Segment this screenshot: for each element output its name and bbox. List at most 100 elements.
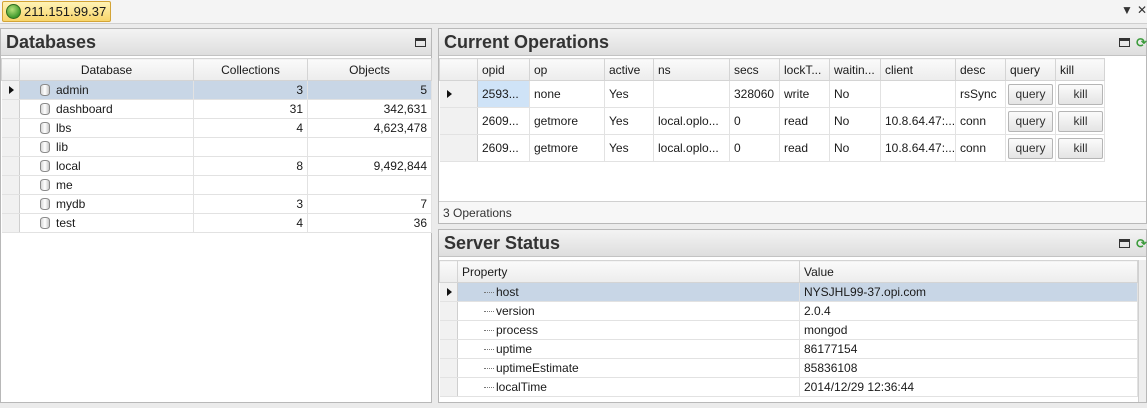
operation-client-cell[interactable]: 10.8.64.47:... (880, 107, 956, 135)
database-name-cell[interactable]: test (19, 213, 194, 233)
row-header[interactable] (439, 134, 478, 162)
operation-secs-cell[interactable]: 0 (729, 107, 780, 135)
row-header[interactable] (1, 118, 20, 138)
row-header[interactable] (1, 194, 20, 214)
property-value[interactable]: 2.0.4 (799, 301, 1138, 321)
server-status-row[interactable]: localTime 2014/12/29 12:36:44 (439, 377, 1138, 397)
operation-client-cell[interactable]: 10.8.64.47:... (880, 134, 956, 162)
column-header-opid[interactable]: opid (477, 58, 530, 81)
objects-count[interactable]: 342,631 (307, 99, 432, 119)
operation-lock-cell[interactable]: read (779, 107, 830, 135)
collections-count[interactable]: 3 (193, 194, 308, 214)
database-row[interactable]: me (1, 175, 432, 195)
server-status-row[interactable]: version 2.0.4 (439, 301, 1138, 321)
property-value[interactable]: 85836108 (799, 358, 1138, 378)
kill-button[interactable]: kill (1058, 83, 1103, 105)
operation-waiting-cell[interactable]: No (829, 80, 881, 108)
objects-count[interactable]: 5 (307, 80, 432, 100)
database-row[interactable]: lib (1, 137, 432, 157)
property-value[interactable]: NYSJHL99-37.opi.com (799, 282, 1138, 302)
server-tab[interactable]: 211.151.99.37 (2, 1, 112, 22)
column-header-query[interactable]: query (1005, 58, 1056, 81)
kill-button[interactable]: kill (1058, 110, 1103, 132)
column-header-client[interactable]: client (880, 58, 956, 81)
property-value[interactable]: mongod (799, 320, 1138, 340)
row-header[interactable] (439, 339, 458, 359)
refresh-icon[interactable]: ⟳ (1136, 35, 1147, 51)
row-header[interactable] (1, 156, 20, 176)
property-cell[interactable]: host (457, 282, 800, 302)
maximize-icon[interactable] (1119, 38, 1130, 47)
operation-desc-cell[interactable]: rsSync (955, 80, 1006, 108)
property-cell[interactable]: localTime (457, 377, 800, 397)
property-cell[interactable]: version (457, 301, 800, 321)
collections-count[interactable] (193, 175, 308, 195)
database-row[interactable]: admin 3 5 (1, 80, 432, 100)
server-status-row[interactable]: host NYSJHL99-37.opi.com (439, 282, 1138, 302)
row-header[interactable] (439, 80, 478, 108)
objects-count[interactable]: 9,492,844 (307, 156, 432, 176)
row-header[interactable] (439, 282, 458, 302)
property-value[interactable]: 86177154 (799, 339, 1138, 359)
column-header-objects[interactable]: Objects (307, 58, 432, 81)
column-header-value[interactable]: Value (799, 260, 1138, 283)
database-row[interactable]: local 8 9,492,844 (1, 156, 432, 176)
collections-count[interactable] (193, 137, 308, 157)
close-icon[interactable]: ✕ (1137, 3, 1147, 17)
column-header-property[interactable]: Property (457, 260, 800, 283)
query-button[interactable]: query (1008, 83, 1053, 105)
database-name-cell[interactable]: admin (19, 80, 194, 100)
objects-count[interactable]: 7 (307, 194, 432, 214)
objects-count[interactable] (307, 175, 432, 195)
row-header[interactable] (439, 377, 458, 397)
column-header-ns[interactable]: ns (653, 58, 730, 81)
maximize-icon[interactable] (415, 38, 426, 47)
row-header[interactable] (1, 175, 20, 195)
vertical-scrollbar[interactable] (1138, 260, 1146, 402)
objects-count[interactable]: 36 (307, 213, 432, 233)
query-button[interactable]: query (1008, 110, 1053, 132)
operation-desc-cell[interactable]: conn (955, 134, 1006, 162)
database-row[interactable]: mydb 3 7 (1, 194, 432, 214)
row-header[interactable] (1, 137, 20, 157)
column-header-desc[interactable]: desc (955, 58, 1006, 81)
column-header-collections[interactable]: Collections (193, 58, 308, 81)
database-name-cell[interactable]: lib (19, 137, 194, 157)
objects-count[interactable]: 4,623,478 (307, 118, 432, 138)
database-name-cell[interactable]: dashboard (19, 99, 194, 119)
refresh-icon[interactable]: ⟳ (1136, 236, 1147, 252)
column-header-waiting[interactable]: waitin... (829, 58, 881, 81)
operation-opid-cell[interactable]: 2609... (477, 107, 530, 135)
operation-secs-cell[interactable]: 0 (729, 134, 780, 162)
column-header-database[interactable]: Database (19, 58, 194, 81)
column-header-kill[interactable]: kill (1055, 58, 1105, 81)
collections-count[interactable]: 31 (193, 99, 308, 119)
operation-secs-cell[interactable]: 328060 (729, 80, 780, 108)
collections-count[interactable]: 4 (193, 213, 308, 233)
row-header[interactable] (1, 99, 20, 119)
database-row[interactable]: dashboard 31 342,631 (1, 99, 432, 119)
operation-active-cell[interactable]: Yes (604, 107, 654, 135)
server-status-row[interactable]: uptime 86177154 (439, 339, 1138, 359)
operation-active-cell[interactable]: Yes (604, 134, 654, 162)
database-name-cell[interactable]: me (19, 175, 194, 195)
collections-count[interactable]: 8 (193, 156, 308, 176)
row-header[interactable] (439, 358, 458, 378)
collections-count[interactable]: 3 (193, 80, 308, 100)
row-header[interactable] (439, 301, 458, 321)
kill-button[interactable]: kill (1058, 137, 1103, 159)
operation-active-cell[interactable]: Yes (604, 80, 654, 108)
row-header[interactable] (1, 213, 20, 233)
operation-desc-cell[interactable]: conn (955, 107, 1006, 135)
maximize-icon[interactable] (1119, 239, 1130, 248)
dropdown-icon[interactable]: ▼ (1121, 3, 1133, 17)
query-button[interactable]: query (1008, 137, 1053, 159)
property-value[interactable]: 2014/12/29 12:36:44 (799, 377, 1138, 397)
property-cell[interactable]: process (457, 320, 800, 340)
column-header-secs[interactable]: secs (729, 58, 780, 81)
column-header-op[interactable]: op (529, 58, 605, 81)
collections-count[interactable]: 4 (193, 118, 308, 138)
database-name-cell[interactable]: lbs (19, 118, 194, 138)
operation-row[interactable]: 2609... getmore Yes local.oplo... 0 read No 10.… (439, 107, 1105, 135)
operation-opid-cell[interactable]: 2609... (477, 134, 530, 162)
